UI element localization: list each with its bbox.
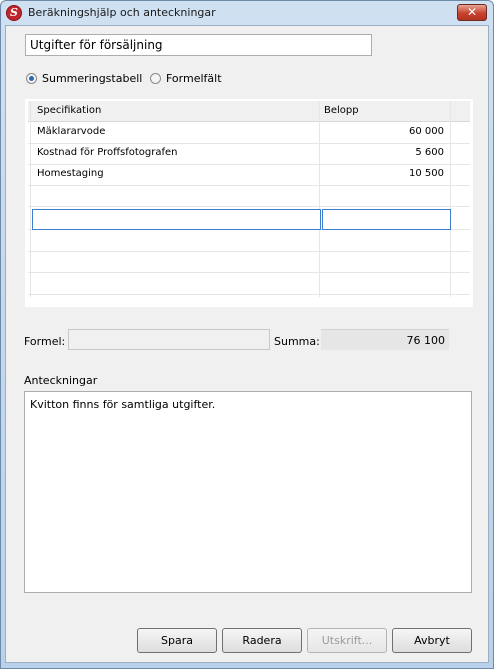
title-field[interactable]: Utgifter för försäljning xyxy=(25,34,372,56)
formula-label: Formel: xyxy=(24,335,66,348)
window-title: Beräkningshjälp och anteckningar xyxy=(28,6,216,19)
column-divider xyxy=(450,101,451,297)
sum-label: Summa: xyxy=(274,335,320,348)
new-specification-input[interactable] xyxy=(32,209,321,230)
save-button[interactable]: Spara xyxy=(137,628,217,653)
title-bar[interactable]: S Beräkningshjälp och anteckningar ✕ xyxy=(1,1,493,25)
cell-specification[interactable]: Mäklararvode xyxy=(37,126,105,137)
radio-summeringstabell-label: Summeringstabell xyxy=(42,72,143,85)
radio-selected-indicator xyxy=(26,73,37,84)
row-divider xyxy=(28,251,470,252)
print-button[interactable]: Utskrift... xyxy=(307,628,387,653)
formula-field[interactable] xyxy=(68,329,270,350)
close-icon: ✕ xyxy=(466,5,478,19)
delete-button[interactable]: Radera xyxy=(222,628,302,653)
cell-specification[interactable]: Kostnad för Proffsfotografen xyxy=(37,147,177,158)
radio-formelfalt[interactable]: Formelfält xyxy=(150,72,222,85)
cancel-button[interactable]: Avbryt xyxy=(392,628,472,653)
new-amount-input[interactable] xyxy=(322,209,451,230)
column-divider xyxy=(30,101,31,297)
column-divider xyxy=(319,101,320,297)
cell-amount[interactable]: 60 000 xyxy=(409,126,444,137)
row-divider xyxy=(28,294,470,295)
column-header-amount[interactable]: Belopp xyxy=(324,105,359,116)
sum-value: 76 100 xyxy=(406,334,446,347)
close-button[interactable]: ✕ xyxy=(457,4,487,21)
table-header: Specifikation Belopp xyxy=(28,101,470,122)
dialog-content: Utgifter för försäljning Summeringstabel… xyxy=(5,25,489,663)
row-divider xyxy=(28,185,470,186)
dialog-window: S Beräkningshjälp och anteckningar ✕ Utg… xyxy=(0,0,494,669)
cell-specification[interactable]: Homestaging xyxy=(37,168,104,179)
sum-field: 76 100 xyxy=(321,329,449,350)
radio-summeringstabell[interactable]: Summeringstabell xyxy=(26,72,142,85)
row-divider xyxy=(28,206,470,207)
cell-amount[interactable]: 5 600 xyxy=(415,147,444,158)
radio-unselected-indicator xyxy=(150,73,161,84)
app-logo-icon: S xyxy=(6,5,22,21)
row-divider xyxy=(28,143,470,144)
summation-table: Specifikation Belopp Mäklararvode 60 000… xyxy=(25,99,473,307)
notes-label: Anteckningar xyxy=(24,374,98,387)
column-header-specification[interactable]: Specifikation xyxy=(37,105,101,116)
row-divider xyxy=(28,272,470,273)
row-divider xyxy=(28,164,470,165)
cell-amount[interactable]: 10 500 xyxy=(409,168,444,179)
radio-formelfalt-label: Formelfält xyxy=(166,72,222,85)
notes-textarea[interactable]: Kvitton finns för samtliga utgifter. xyxy=(24,391,472,593)
